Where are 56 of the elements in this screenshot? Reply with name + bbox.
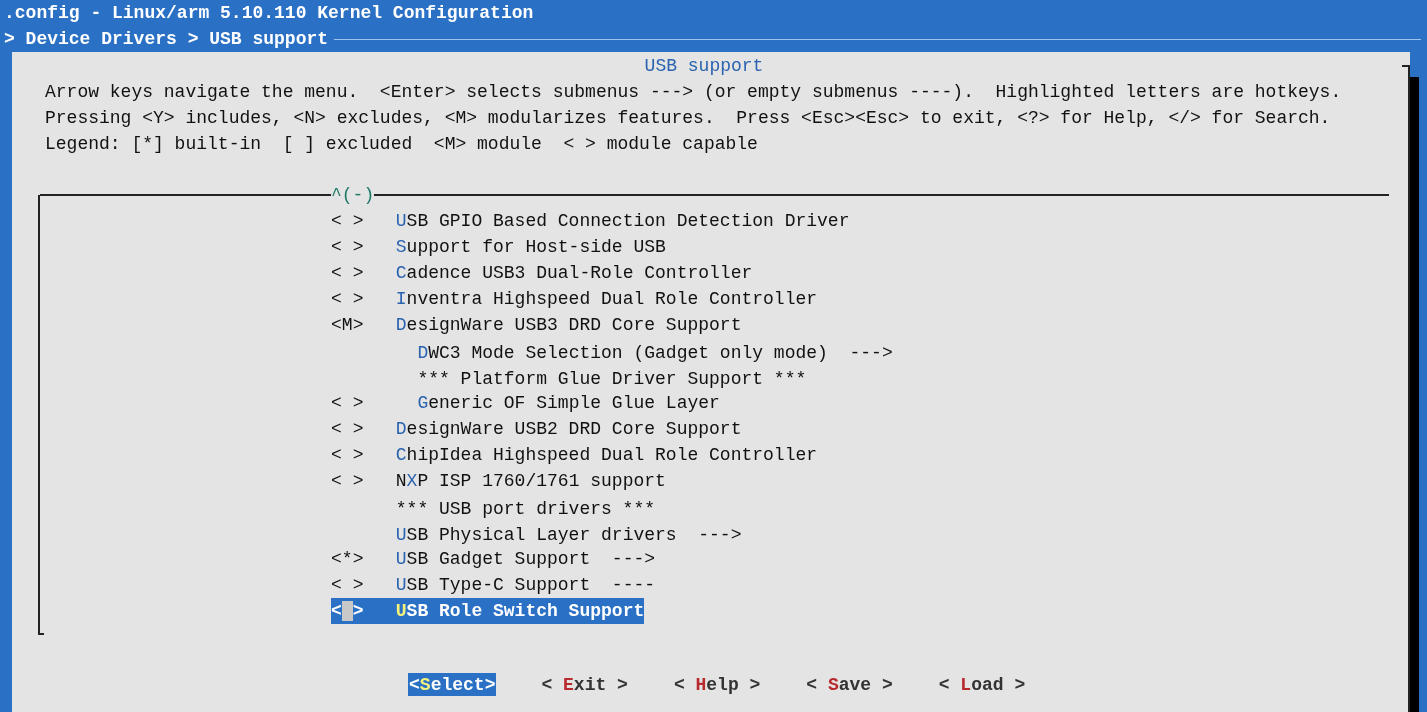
dialog-title: USB support (644, 55, 764, 78)
menu-item[interactable]: < > Cadence USB3 Dual-Role Controller (331, 260, 753, 286)
dialog-button[interactable]: < Help > (672, 673, 762, 696)
option-label: USB Role Switch Support (395, 601, 645, 621)
option-label: DesignWare USB3 DRD Core Support (395, 315, 742, 335)
option-state: <M> (331, 315, 364, 335)
option-label: NXP ISP 1760/1761 support (395, 471, 666, 491)
menu-item[interactable]: < > ChipIdea Highspeed Dual Role Controller (331, 442, 818, 468)
option-state: < > (331, 289, 364, 309)
breadcrumb: > Device Drivers > USB support (4, 29, 329, 49)
menu-item[interactable]: *** Platform Glue Driver Support *** (331, 366, 807, 392)
option-label: Cadence USB3 Dual-Role Controller (395, 263, 753, 283)
option-state: < > (331, 211, 364, 231)
option-label: Support for Host-side USB (395, 237, 666, 257)
option-state: < > (331, 471, 364, 491)
option-label: DWC3 Mode Selection (Gadget only mode) ---> (417, 343, 893, 363)
window-title: .config - Linux/arm 5.10.110 Kernel Configuration (4, 2, 534, 25)
help-text: Pressing <Y> includes, <N> excludes, <M> modularizes features. Press <Esc><Esc> to exit, <?> for Help, </> for Search. (45, 107, 1331, 130)
option-label: Generic OF Simple Glue Layer (417, 393, 720, 413)
option-label: *** USB port drivers *** (395, 499, 656, 519)
dialog-button[interactable]: < Save > (805, 673, 894, 696)
dialog-button[interactable]: < Load > (937, 673, 1027, 696)
option-state: <*> (331, 549, 364, 569)
menu-item[interactable]: < > Inventra Highspeed Dual Role Controller (331, 286, 818, 312)
option-label: USB Physical Layer drivers ---> (395, 525, 742, 545)
option-state: < > (331, 237, 364, 257)
help-text: Arrow keys navigate the menu. <Enter> selects submenus ---> (or empty submenus ----). Highlighted letters are hotkeys. (45, 81, 1342, 104)
option-label: USB GPIO Based Connection Detection Driver (395, 211, 850, 231)
menu-item[interactable]: < > USB Type-C Support ---- (331, 572, 656, 598)
option-label: USB Type-C Support ---- (395, 575, 656, 595)
menu-item[interactable]: <*> USB Gadget Support ---> (331, 546, 656, 572)
option-state: < > (331, 263, 364, 283)
menu-item[interactable]: < > Support for Host-side USB (331, 234, 666, 260)
option-label: Inventra Highspeed Dual Role Controller (395, 289, 818, 309)
menu-item[interactable]: < > USB Role Switch Support (331, 598, 645, 624)
menu-item[interactable]: < > DesignWare USB2 DRD Core Support (331, 416, 742, 442)
menu-item[interactable]: < > Generic OF Simple Glue Layer (331, 390, 720, 416)
option-state: < > (331, 601, 364, 621)
option-label: ChipIdea Highspeed Dual Role Controller (395, 445, 818, 465)
menu-item[interactable]: <M> DesignWare USB3 DRD Core Support (331, 312, 742, 338)
menu-item[interactable]: < > USB GPIO Based Connection Detection Driver (331, 208, 850, 234)
help-text: Legend: [*] built-in [ ] excluded <M> module < > module capable (45, 133, 758, 156)
option-label: DesignWare USB2 DRD Core Support (395, 419, 742, 439)
menu-item[interactable]: USB Physical Layer drivers ---> (331, 522, 742, 548)
menu-item[interactable]: < > NXP ISP 1760/1761 support (331, 468, 666, 494)
dialog-button[interactable]: <Select> (408, 673, 497, 696)
option-state: < > (331, 419, 364, 439)
option-state: < > (331, 445, 364, 465)
option-state: < > (331, 575, 364, 595)
menu-item[interactable]: *** USB port drivers *** (331, 496, 656, 522)
menu-item[interactable]: DWC3 Mode Selection (Gadget only mode) ---> (331, 340, 893, 366)
option-label: *** Platform Glue Driver Support *** (417, 369, 807, 389)
option-label: USB Gadget Support ---> (395, 549, 656, 569)
scroll-indicator: ^(-) (331, 185, 375, 205)
option-state: < > (331, 393, 364, 413)
dialog-button[interactable]: < Exit > (540, 673, 629, 696)
